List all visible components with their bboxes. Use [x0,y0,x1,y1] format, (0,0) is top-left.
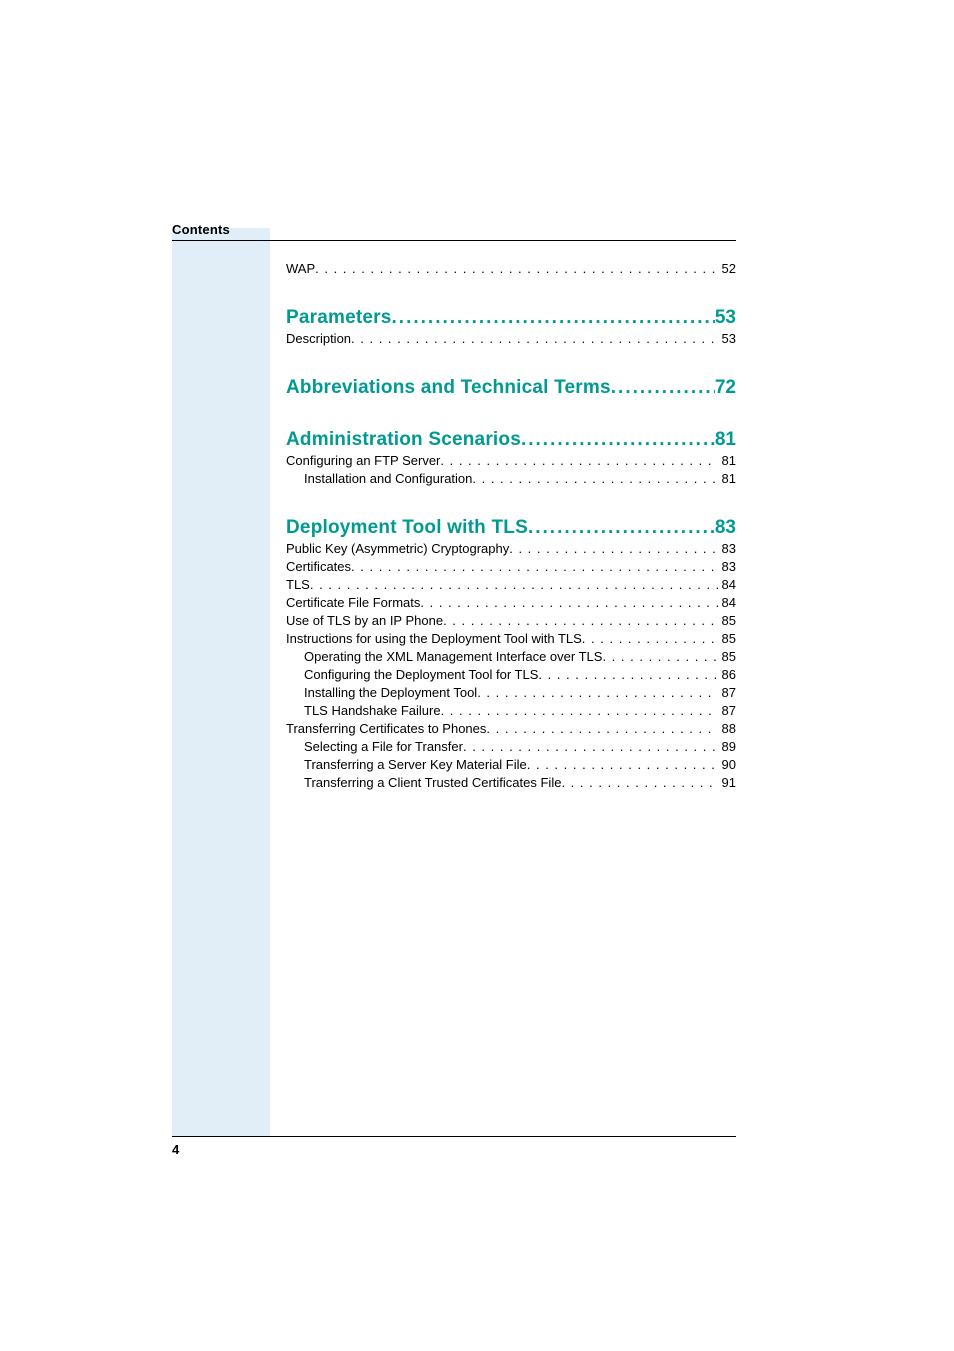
toc-page: 83 [715,516,736,540]
toc-label: Operating the XML Management Interface o… [304,648,602,666]
toc-entry[interactable]: Instructions for using the Deployment To… [286,630,736,648]
toc-page: 81 [718,470,736,488]
toc-label: Abbreviations and Technical Terms [286,376,611,400]
toc-leader [351,330,718,348]
toc-leader [509,540,717,558]
toc-page: 88 [718,720,736,738]
toc-leader [538,666,717,684]
toc-page: 87 [718,684,736,702]
page-number: 4 [172,1142,179,1157]
toc-leader [486,720,717,738]
toc-leader [528,516,715,540]
toc-entry[interactable]: WAP 52 [286,260,736,278]
toc-entry[interactable]: Configuring an FTP Server 81 [286,452,736,470]
toc-label: Public Key (Asymmetric) Cryptography [286,540,509,558]
toc-page: 84 [718,576,736,594]
toc-entry[interactable]: Operating the XML Management Interface o… [286,648,736,666]
toc-chapter[interactable]: Deployment Tool with TLS 83 [286,516,736,540]
toc-label: Configuring the Deployment Tool for TLS [304,666,538,684]
toc-label: Installing the Deployment Tool [304,684,477,702]
toc-chapter[interactable]: Administration Scenarios 81 [286,428,736,452]
toc-label: Instructions for using the Deployment To… [286,630,582,648]
toc-label: Transferring Certificates to Phones [286,720,486,738]
toc-leader [477,684,717,702]
toc-page: 83 [718,558,736,576]
footer-rule [172,1136,736,1137]
toc-label: TLS Handshake Failure [304,702,441,720]
toc-leader [420,594,717,612]
toc-page: 53 [718,330,736,348]
toc-label: Description [286,330,351,348]
toc-entry[interactable]: Configuring the Deployment Tool for TLS … [286,666,736,684]
toc-entry[interactable]: Transferring Certificates to Phones 88 [286,720,736,738]
toc-leader [521,428,715,452]
toc-chapter[interactable]: Parameters 53 [286,306,736,330]
toc-page: 91 [718,774,736,792]
toc-page: 84 [718,594,736,612]
toc-page: 90 [718,756,736,774]
left-accent-bar [172,228,270,1136]
toc-page: 83 [718,540,736,558]
toc-leader [440,452,717,470]
toc-leader [472,470,717,488]
toc-page: 85 [718,612,736,630]
toc-entry[interactable]: TLS 84 [286,576,736,594]
toc-leader [611,376,715,400]
toc-entry[interactable]: Public Key (Asymmetric) Cryptography 83 [286,540,736,558]
toc-page: 53 [715,306,736,330]
toc-leader [561,774,717,792]
toc-leader [441,702,718,720]
toc-entry[interactable]: Certificates 83 [286,558,736,576]
toc-page: 85 [718,630,736,648]
toc-label: Deployment Tool with TLS [286,516,528,540]
toc-label: Selecting a File for Transfer [304,738,463,756]
toc-leader [315,260,717,278]
toc-label: Use of TLS by an IP Phone [286,612,443,630]
toc-page: 89 [718,738,736,756]
toc-leader [527,756,718,774]
toc-leader [602,648,717,666]
toc-page: 52 [718,260,736,278]
toc-entry[interactable]: Transferring a Server Key Material File … [286,756,736,774]
toc-label: Configuring an FTP Server [286,452,440,470]
toc-leader [392,306,715,330]
toc-entry[interactable]: Installation and Configuration 81 [286,470,736,488]
toc-entry[interactable]: Selecting a File for Transfer 89 [286,738,736,756]
toc-label: Transferring a Server Key Material File [304,756,527,774]
toc-page: 81 [715,428,736,452]
toc-label: WAP [286,260,315,278]
header-rule [172,240,736,241]
toc-entry[interactable]: TLS Handshake Failure 87 [286,702,736,720]
toc-leader [463,738,718,756]
toc-label: Administration Scenarios [286,428,521,452]
toc-label: Transferring a Client Trusted Certificat… [304,774,561,792]
toc-entry[interactable]: Use of TLS by an IP Phone 85 [286,612,736,630]
toc-leader [351,558,718,576]
toc-page: 72 [715,376,736,400]
toc-leader [310,576,718,594]
toc-leader [443,612,717,630]
toc-page: 81 [718,452,736,470]
toc-label: TLS [286,576,310,594]
toc-container: WAP 52Parameters 53Description 53Abbrevi… [286,260,736,792]
toc-page: 85 [718,648,736,666]
toc-entry[interactable]: Certificate File Formats 84 [286,594,736,612]
toc-label: Certificate File Formats [286,594,420,612]
toc-page: 87 [718,702,736,720]
toc-leader [582,630,718,648]
toc-label: Installation and Configuration [304,470,472,488]
toc-entry[interactable]: Transferring a Client Trusted Certificat… [286,774,736,792]
toc-entry[interactable]: Installing the Deployment Tool 87 [286,684,736,702]
toc-chapter[interactable]: Abbreviations and Technical Terms 72 [286,376,736,400]
toc-entry[interactable]: Description 53 [286,330,736,348]
contents-header: Contents [172,222,230,237]
toc-page: 86 [718,666,736,684]
toc-label: Parameters [286,306,392,330]
toc-label: Certificates [286,558,351,576]
